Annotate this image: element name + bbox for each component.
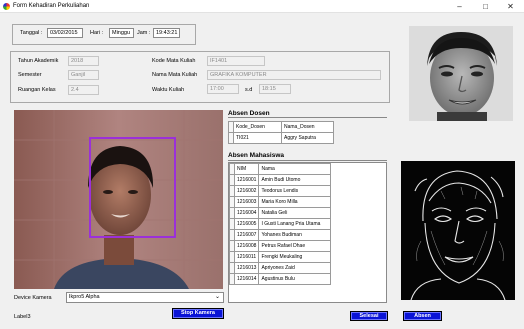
table-row[interactable]: 1216004 Natalia Geli xyxy=(229,207,332,219)
tanggal-field[interactable]: 03/02/2015 xyxy=(47,28,83,38)
device-kamera-select[interactable]: Ikpro5 Alpha ⌄ xyxy=(66,292,224,303)
table-row[interactable]: 1216001 Amin Budi Utomo xyxy=(229,174,332,186)
chevron-down-icon[interactable]: ⌄ xyxy=(215,293,220,302)
cell-nama[interactable]: Teodorus Lendis xyxy=(258,185,332,197)
col-nim[interactable]: NIM xyxy=(233,163,260,175)
table-row[interactable]: 1216014 Agustinus Bulu xyxy=(229,273,332,285)
table-row[interactable]: 1216013 Apriyones Zaid xyxy=(229,262,332,274)
hari-field[interactable]: Minggu xyxy=(109,28,134,38)
captured-face-image xyxy=(409,26,513,121)
device-kamera-value: Ikpro5 Alpha xyxy=(69,294,100,300)
ruangan-field[interactable]: 2.4 xyxy=(68,85,99,95)
webcam-feed xyxy=(14,110,223,289)
dosen-divider xyxy=(228,117,387,118)
table-row[interactable]: 1216007 Yohanes Budiman xyxy=(229,229,332,241)
device-kamera-label: Device Kamera xyxy=(14,295,52,301)
cell-nim[interactable]: 1216002 xyxy=(233,185,260,197)
cell-nim[interactable]: 1216001 xyxy=(233,174,260,186)
cell-nim[interactable]: 1216007 xyxy=(233,229,260,241)
cell-nim[interactable]: 1216008 xyxy=(233,240,260,252)
cell-nama-dosen[interactable]: Aggry Saputra xyxy=(281,132,334,144)
stop-camera-button[interactable]: Stop Kamera xyxy=(172,308,224,319)
dosen-header-row: Kode_Dosen Nama_Dosen xyxy=(228,121,334,133)
tahun-label: Tahun Akademik xyxy=(18,58,59,64)
cell-nim[interactable]: 1216011 xyxy=(233,251,260,263)
table-row[interactable]: 1216003 Maria Koro Milla xyxy=(229,196,332,208)
cell-nama[interactable]: Agustinus Bulu xyxy=(258,273,332,285)
kode-mk-field[interactable]: IF1401 xyxy=(207,56,265,66)
minimize-icon[interactable]: – xyxy=(447,0,472,13)
cell-nama[interactable]: Amin Budi Utomo xyxy=(258,174,332,186)
datetime-group: Tanggal : 03/02/2015 Hari : Minggu Jam :… xyxy=(12,24,196,45)
cell-nama[interactable]: Petrus Rafael Dhae xyxy=(258,240,332,252)
mahasiswa-table: NIM Nama 1216001 Amin Budi Utomo 1216002 T… xyxy=(229,163,332,285)
waktu-label: Waktu Kuliah xyxy=(152,87,185,93)
status-label: Label3 xyxy=(14,314,31,320)
absen-mahasiswa-heading: Absen Mahasiswa xyxy=(228,152,284,159)
jam-field[interactable]: 19:43:21 xyxy=(153,28,180,38)
col-nama[interactable]: Nama xyxy=(258,163,332,175)
waktu-sd-label: s.d xyxy=(245,87,253,93)
cell-nim[interactable]: 1216004 xyxy=(233,207,260,219)
cell-nama[interactable]: Apriyones Zaid xyxy=(258,262,332,274)
semester-field[interactable]: Ganjil xyxy=(68,70,99,80)
absen-dosen-heading: Absen Dosen xyxy=(228,110,270,117)
course-info-group: Tahun Akademik 2018 Semester Ganjil Ruan… xyxy=(10,51,390,103)
tahun-field[interactable]: 2018 xyxy=(68,56,99,66)
col-nama-dosen[interactable]: Nama_Dosen xyxy=(281,121,334,133)
hari-label: Hari : xyxy=(90,30,104,36)
cell-nama[interactable]: I Gusti Lanang Pria Utama xyxy=(258,218,332,230)
col-kode-dosen[interactable]: Kode_Dosen xyxy=(233,121,282,133)
tanggal-label: Tanggal : xyxy=(20,30,43,36)
cell-kode-dosen[interactable]: TI021 xyxy=(233,132,282,144)
maximize-icon[interactable]: □ xyxy=(473,0,498,13)
cell-nim[interactable]: 1216005 xyxy=(233,218,260,230)
cell-nama[interactable]: Natalia Geli xyxy=(258,207,332,219)
waktu-start-field[interactable]: 17:00 xyxy=(207,84,239,94)
cell-nama[interactable]: Frengki Meukaling xyxy=(258,251,332,263)
cell-nama[interactable]: Maria Koro Milla xyxy=(258,196,332,208)
title-bar: Form Kehadiran Perkuliahan – □ ✕ xyxy=(0,0,524,13)
nama-mk-label: Nama Mata Kuliah xyxy=(152,72,198,78)
dosen-table: Kode_Dosen Nama_Dosen TI021 Aggry Saputr… xyxy=(228,121,334,144)
table-row[interactable]: 1216011 Frengki Meukaling xyxy=(229,251,332,263)
table-row[interactable]: 1216008 Petrus Rafael Dhae xyxy=(229,240,332,252)
close-icon[interactable]: ✕ xyxy=(498,0,523,13)
edge-detection-image xyxy=(401,161,515,300)
mahasiswa-divider xyxy=(228,160,387,161)
nama-mk-field[interactable]: GRAFIKA KOMPUTER xyxy=(207,70,381,80)
selesai-button[interactable]: Selesai xyxy=(350,311,388,321)
table-row[interactable]: TI021 Aggry Saputra xyxy=(228,132,334,144)
jam-label: Jam : xyxy=(137,30,151,36)
table-row[interactable]: 1216002 Teodorus Lendis xyxy=(229,185,332,197)
mahasiswa-header-row: NIM Nama xyxy=(229,163,332,175)
app-icon xyxy=(3,3,10,10)
mahasiswa-table-container[interactable]: NIM Nama 1216001 Amin Budi Utomo 1216002 T… xyxy=(228,162,387,303)
absen-button[interactable]: Absen xyxy=(403,311,442,321)
cell-nama[interactable]: Yohanes Budiman xyxy=(258,229,332,241)
table-row[interactable]: 1216005 I Gusti Lanang Pria Utama xyxy=(229,218,332,230)
semester-label: Semester xyxy=(18,72,42,78)
window-title: Form Kehadiran Perkuliahan xyxy=(13,3,90,9)
ruangan-label: Ruangan Kelas xyxy=(18,87,56,93)
cell-nim[interactable]: 1216014 xyxy=(233,273,260,285)
kode-mk-label: Kode Mata Kuliah xyxy=(152,58,196,64)
cell-nim[interactable]: 1216003 xyxy=(233,196,260,208)
cell-nim[interactable]: 1216013 xyxy=(233,262,260,274)
waktu-end-field[interactable]: 18:15 xyxy=(259,84,291,94)
